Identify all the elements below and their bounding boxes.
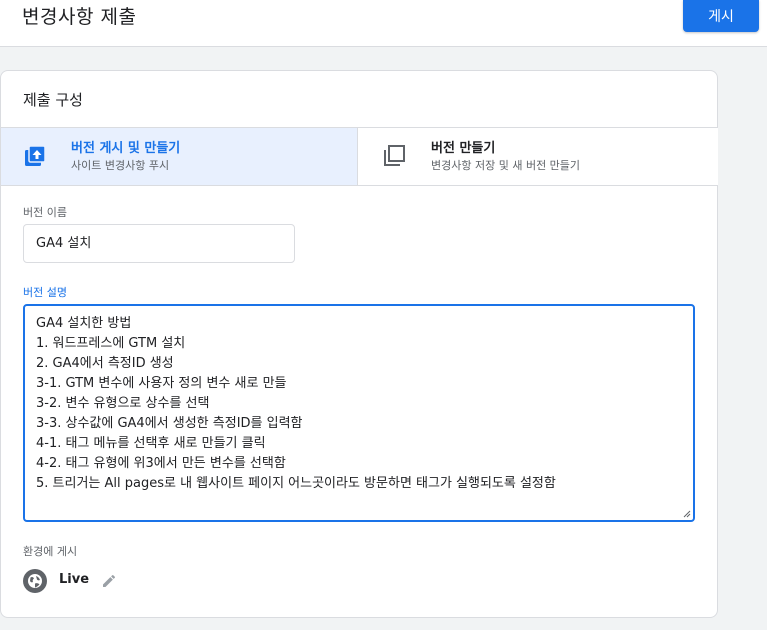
option-subtitle: 사이트 변경사항 푸시 [71, 159, 170, 172]
version-name-input[interactable]: GA4 설치 [23, 224, 295, 263]
edit-pencil-icon[interactable] [101, 573, 117, 589]
environment-label: 환경에 게시 [23, 545, 78, 558]
option-create-version[interactable]: 버전 만들기 변경사항 저장 및 새 버전 만들기 [358, 128, 718, 185]
publish-version-icon [25, 145, 46, 166]
description-line: 5. 트리거는 All pages로 내 웹사이트 페이지 어느곳이라도 방문하… [36, 476, 556, 491]
globe-icon [23, 569, 47, 593]
description-line: 2. GA4에서 측정ID 생성 [36, 356, 174, 371]
description-line: GA4 설치한 방법 [36, 316, 132, 331]
description-line: 3-1. GTM 변수에 사용자 정의 변수 새로 만들 [36, 376, 287, 391]
top-bar: 변경사항 제출 게시 [0, 0, 767, 47]
environment-name: Live [59, 572, 90, 587]
description-line: 4-2. 태그 유형에 위3에서 만든 변수를 선택함 [36, 456, 286, 471]
resize-grip-icon[interactable] [683, 510, 691, 518]
copy-version-icon [384, 145, 405, 166]
option-title: 버전 게시 및 만들기 [71, 141, 181, 156]
submission-options: 버전 게시 및 만들기 사이트 변경사항 푸시 버전 만들기 변경사항 저장 및… [1, 127, 718, 186]
version-name-label: 버전 이름 [23, 206, 67, 219]
description-line: 3-2. 변수 유형으로 상수를 선택 [36, 396, 210, 411]
description-line: 4-1. 태그 메뉴를 선택후 새로 만들기 클릭 [36, 436, 266, 451]
option-title: 버전 만들기 [431, 141, 496, 156]
submission-config-card: 제출 구성 버전 게시 및 만들기 사이트 변경사항 푸시 버전 만들기 변경사… [0, 70, 718, 618]
environment-row: Live [23, 569, 323, 593]
publish-button[interactable]: 게시 [683, 0, 759, 32]
description-line: 1. 워드프레스에 GTM 설치 [36, 336, 186, 351]
card-title: 제출 구성 [23, 91, 83, 109]
option-publish-and-create[interactable]: 버전 게시 및 만들기 사이트 변경사항 푸시 [1, 128, 358, 185]
version-description-textarea[interactable]: GA4 설치한 방법 1. 워드프레스에 GTM 설치 2. GA4에서 측정I… [23, 304, 695, 522]
page-title: 변경사항 제출 [22, 6, 137, 28]
version-description-label: 버전 설명 [23, 286, 67, 299]
description-line: 3-3. 상수값에 GA4에서 생성한 측정ID를 입력함 [36, 416, 303, 431]
option-subtitle: 변경사항 저장 및 새 버전 만들기 [431, 159, 581, 172]
